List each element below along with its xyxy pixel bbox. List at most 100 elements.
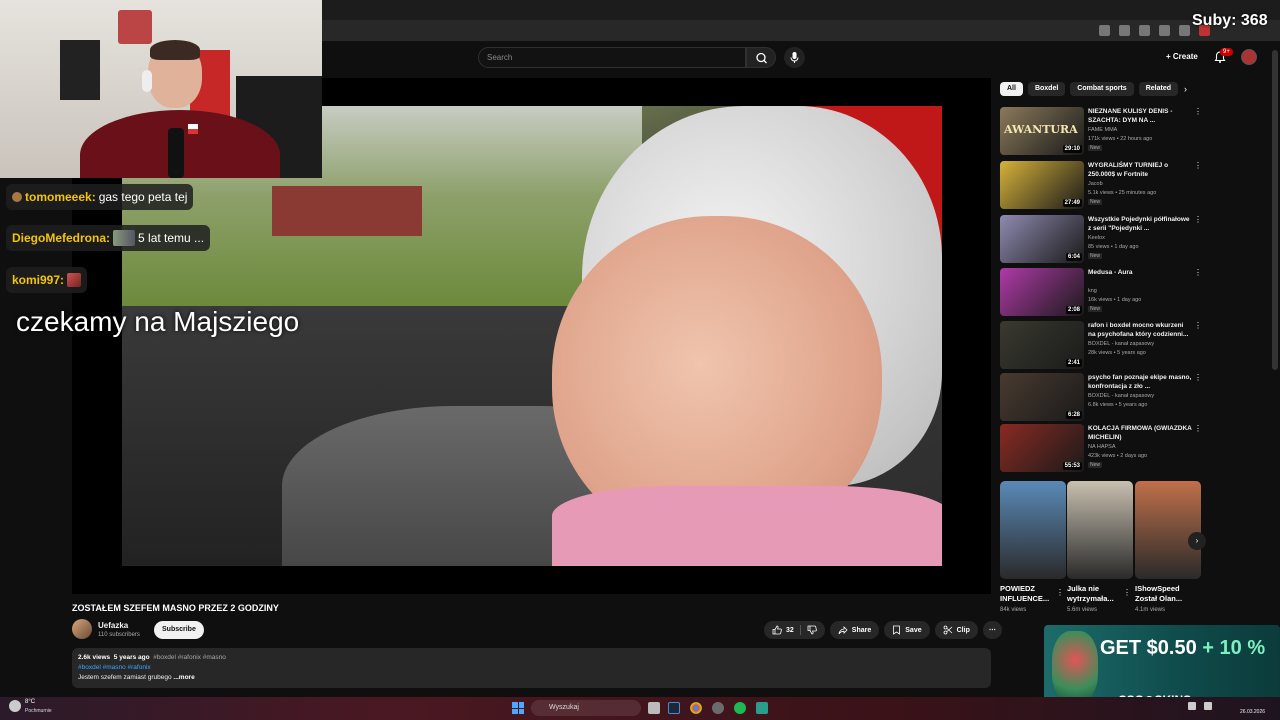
kebab-menu-icon[interactable]: ⋮ <box>1123 588 1131 597</box>
chip-boxdel[interactable]: Boxdel <box>1027 82 1066 96</box>
kebab-menu-icon[interactable]: ⋮ <box>1194 268 1202 277</box>
shorts-next-button[interactable]: › <box>1188 532 1206 550</box>
cloud-icon[interactable] <box>9 700 21 712</box>
chat-username: tomomeeek: <box>25 190 96 204</box>
scrollbar[interactable] <box>1272 50 1278 370</box>
steam-icon[interactable] <box>668 702 680 714</box>
chat-message: DiegoMefedrona: 5 lat temu ... <box>6 225 211 251</box>
filter-chips: All Boxdel Combat sports Related <box>1000 82 1178 96</box>
kebab-menu-icon[interactable]: ⋮ <box>1194 321 1202 330</box>
recommendation-channel[interactable]: NA HAPSA <box>1088 444 1116 450</box>
notification-badge: 9+ <box>1220 48 1233 56</box>
chip-all[interactable]: All <box>1000 82 1023 96</box>
star-icon[interactable] <box>1139 25 1150 36</box>
video-thumbnail[interactable]: 27:49 <box>1000 161 1084 209</box>
video-thumbnail[interactable]: 55:53 <box>1000 424 1084 472</box>
recommendation-channel[interactable]: BOXDEL - kanał zapasowy <box>1088 341 1154 347</box>
clip-button[interactable]: Clip <box>934 621 978 639</box>
account-avatar[interactable] <box>1241 49 1257 65</box>
show-more-link[interactable]: ...more <box>173 674 194 681</box>
share-button[interactable]: Share <box>829 621 880 639</box>
wifi-icon[interactable] <box>1188 702 1196 710</box>
hashtags-inline[interactable]: #boxdel #rafonix #masno <box>153 654 226 661</box>
recommendation-title[interactable]: Wszystkie Pojedynki półfinałowe z serii … <box>1088 215 1192 233</box>
short-thumbnail[interactable] <box>1067 481 1133 579</box>
hashtags[interactable]: #boxdel #masno #rafonix <box>78 663 985 673</box>
video-thumbnail[interactable]: 2:08 <box>1000 268 1084 316</box>
duration-badge: 29:10 <box>1062 145 1082 153</box>
create-button[interactable]: + Create <box>1160 48 1204 66</box>
kebab-menu-icon[interactable]: ⋮ <box>1194 161 1202 170</box>
recommendation-title[interactable]: WYGRALIŚMY TURNIEJ o 250.000$ w Fortnite <box>1088 161 1192 179</box>
video-thumbnail[interactable]: 6:04 <box>1000 215 1084 263</box>
recommendation-channel[interactable]: kng <box>1088 288 1097 294</box>
new-badge: New <box>1088 199 1103 205</box>
chrome-icon[interactable] <box>690 702 702 714</box>
kebab-menu-icon[interactable]: ⋮ <box>1194 215 1202 224</box>
kebab-menu-icon[interactable]: ⋮ <box>1194 107 1202 116</box>
channel-avatar[interactable] <box>72 619 92 639</box>
recommendation-title[interactable]: rafon i boxdel mocno wkurzeni na psychof… <box>1088 321 1192 339</box>
kebab-menu-icon[interactable]: ⋮ <box>1194 424 1202 433</box>
save-button[interactable]: Save <box>884 621 930 639</box>
extension-icon[interactable] <box>1119 25 1130 36</box>
recommendation-item[interactable]: 2:08 Medusa - Aura kng 16k views • 1 day ag… <box>1000 268 1202 316</box>
recommendation-meta: 171k views • 22 hours ago <box>1088 136 1153 142</box>
short-thumbnail[interactable] <box>1000 481 1066 579</box>
video-thumbnail[interactable]: 2:41 <box>1000 321 1084 369</box>
recommendation-channel[interactable]: FAME MMA <box>1088 127 1117 133</box>
task-view-icon[interactable] <box>648 702 660 714</box>
screen: Search + Create 9+ ZOSTAŁEM SZEFEM MASNO… <box>0 0 1280 720</box>
recommendation-item[interactable]: 2:41 rafon i boxdel mocno wkurzeni na psy… <box>1000 321 1202 369</box>
channel-name[interactable]: Uefazka <box>98 621 128 630</box>
volume-icon[interactable] <box>1204 702 1212 710</box>
spotify-icon[interactable] <box>734 702 746 714</box>
chat-username: DiegoMefedrona: <box>12 231 111 245</box>
short-title[interactable]: POWIEDZ INFLUENCE... <box>1000 584 1056 604</box>
recommendation-title[interactable]: Medusa - Aura <box>1088 268 1192 277</box>
video-thumbnail[interactable]: 29:10 AWANTURA <box>1000 107 1084 155</box>
short-thumbnail[interactable] <box>1135 481 1201 579</box>
chevron-right-icon[interactable]: › <box>1184 84 1187 94</box>
like-button[interactable]: 32 <box>764 621 825 639</box>
recommendation-channel[interactable]: BOXDEL - kanał zapasowy <box>1088 393 1154 399</box>
more-actions-button[interactable]: ⋯ <box>982 621 1002 639</box>
extension-icon[interactable] <box>1179 25 1190 36</box>
notepad-icon[interactable] <box>756 702 768 714</box>
search-button[interactable] <box>746 47 776 68</box>
recommendation-title[interactable]: psycho fan poznaje ekipe masno, konfront… <box>1088 373 1192 391</box>
search-input[interactable]: Search <box>478 47 746 68</box>
recommendation-item[interactable]: 6:28 psycho fan poznaje ekipe masno, konf… <box>1000 373 1202 421</box>
recommendation-channel[interactable]: Jacob <box>1088 181 1103 187</box>
recommendation-item[interactable]: 27:49 WYGRALIŚMY TURNIEJ o 250.000$ w For… <box>1000 161 1202 209</box>
recommendation-item[interactable]: 6:04 Wszystkie Pojedynki półfinałowe z se… <box>1000 215 1202 263</box>
windows-start-icon[interactable] <box>512 702 524 714</box>
chip-combat-sports[interactable]: Combat sports <box>1070 82 1134 96</box>
kebab-menu-icon[interactable]: ⋮ <box>1056 588 1064 597</box>
short-title[interactable]: IShowSpeed Został Olan... <box>1135 584 1191 604</box>
red-building <box>272 186 422 236</box>
recommendation-title[interactable]: KOLACJA FIRMOWA (GWIAZDKA MICHELIN) <box>1088 424 1192 442</box>
new-badge: New <box>1088 145 1103 151</box>
recommendation-item[interactable]: 29:10 AWANTURA NIEZNANE KULISY DENIS - SZA… <box>1000 107 1202 155</box>
extension-icon[interactable] <box>1159 25 1170 36</box>
voice-search-button[interactable] <box>784 47 805 68</box>
short-title[interactable]: Julka nie wytrzymała... <box>1067 584 1123 604</box>
subscribe-button[interactable]: Subscribe <box>154 621 204 639</box>
recommendation-channel[interactable]: Keelox <box>1088 235 1105 241</box>
chat-text: 5 lat temu ... <box>138 231 205 245</box>
short-views: 5.6m views <box>1067 607 1098 613</box>
kebab-menu-icon[interactable]: ⋮ <box>1194 373 1202 382</box>
obs-icon[interactable] <box>712 702 724 714</box>
description-box[interactable]: 2.6k views 5 years ago #boxdel #rafonix … <box>72 648 991 688</box>
thumbs-down-icon[interactable] <box>807 625 817 635</box>
extension-icon[interactable] <box>1099 25 1110 36</box>
dislike-divider <box>799 625 801 635</box>
duration-badge: 2:08 <box>1065 306 1082 314</box>
recommendation-title[interactable]: NIEZNANE KULISY DENIS - SZACHTA: DYM NA … <box>1088 107 1192 125</box>
recommendation-item[interactable]: 55:53 KOLACJA FIRMOWA (GWIAZDKA MICHELIN)… <box>1000 424 1202 472</box>
video-thumbnail[interactable]: 6:28 <box>1000 373 1084 421</box>
recommendation-meta: 423k views • 2 days ago <box>1088 453 1148 459</box>
chip-related[interactable]: Related <box>1138 82 1178 96</box>
taskbar-search[interactable]: Wyszukaj <box>531 700 641 716</box>
